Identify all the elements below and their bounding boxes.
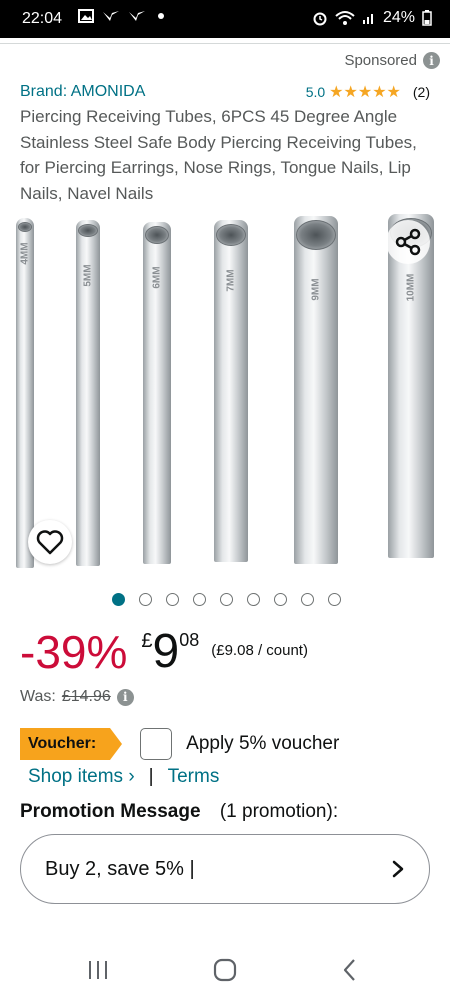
- tube-label: 9MM: [310, 278, 322, 301]
- apply-voucher-label[interactable]: Apply 5% voucher: [186, 733, 339, 755]
- recent-apps-button[interactable]: [78, 954, 118, 986]
- product-tube-image: 6MM: [143, 222, 171, 564]
- was-price: £14.96: [61, 688, 111, 705]
- status-bar: 22:04 24%: [0, 0, 450, 38]
- chevron-right-icon: [392, 860, 404, 878]
- recent-apps-icon: [89, 961, 107, 979]
- home-button[interactable]: [205, 954, 245, 986]
- sponsored-label[interactable]: Sponsored i: [344, 52, 440, 69]
- star-rating-icon: ★★★★★: [329, 84, 401, 101]
- carousel-dot[interactable]: [139, 593, 152, 606]
- previous-section-edge: [0, 38, 450, 44]
- carousel-dot[interactable]: [220, 593, 233, 606]
- unit-price: (£9.08 / count): [211, 642, 308, 659]
- price-whole: 9: [152, 625, 180, 678]
- product-tube-image: 4MM: [16, 218, 34, 568]
- info-icon[interactable]: i: [116, 688, 134, 706]
- battery-icon: [422, 10, 432, 26]
- carousel-dot[interactable]: [301, 593, 314, 606]
- carousel-dot[interactable]: [112, 593, 125, 606]
- tube-label: 6MM: [151, 266, 163, 289]
- share-icon: [395, 228, 421, 256]
- was-label: Was:: [20, 688, 56, 705]
- carousel-dot[interactable]: [247, 593, 260, 606]
- rating-count[interactable]: (2): [413, 84, 430, 100]
- product-tube-image: 5MM: [76, 220, 100, 566]
- promotion-message: Buy 2, save 5% |: [45, 857, 195, 880]
- brand-rating-row: Brand: AMONIDA 5.0 ★★★★★ (2): [20, 80, 430, 104]
- heart-icon: [36, 530, 64, 555]
- carousel-dot[interactable]: [166, 593, 179, 606]
- tube-label: 4MM: [19, 242, 31, 265]
- back-icon: [343, 959, 355, 981]
- terms-link[interactable]: Terms: [168, 766, 220, 788]
- alarm-icon: [313, 12, 327, 26]
- bird-icon: [103, 11, 119, 21]
- promotion-heading: Promotion Message (1 promotion):: [20, 801, 338, 823]
- product-tube-image: 10MM: [388, 214, 434, 558]
- status-time: 22:04: [22, 10, 63, 27]
- rating-score: 5.0: [305, 84, 326, 100]
- product-image-gallery[interactable]: 4MM 5MM 6MM 7MM 9MM 10MM: [0, 210, 450, 580]
- price-currency: £: [141, 630, 153, 652]
- product-tube-image: 7MM: [214, 220, 248, 562]
- apply-voucher-checkbox[interactable]: [140, 728, 173, 760]
- promotion-title: Promotion Message: [20, 801, 201, 822]
- info-icon[interactable]: i: [423, 52, 440, 69]
- carousel-dot[interactable]: [328, 593, 341, 606]
- back-button[interactable]: [330, 954, 370, 986]
- notification-icons: [78, 9, 164, 23]
- system-navigation-bar: [0, 940, 450, 1000]
- share-button[interactable]: [386, 220, 430, 264]
- tube-label: 10MM: [405, 273, 417, 302]
- link-separator: |: [148, 766, 154, 787]
- promotion-count: (1 promotion):: [219, 801, 339, 822]
- rating[interactable]: 5.0 ★★★★★ (2): [306, 82, 430, 102]
- image-icon: [78, 9, 94, 23]
- tube-label: 5MM: [82, 264, 94, 287]
- wishlist-button[interactable]: [28, 520, 72, 564]
- promotion-card[interactable]: Buy 2, save 5% |: [20, 834, 430, 904]
- home-icon: [213, 958, 237, 982]
- wifi-icon: [335, 11, 355, 25]
- signal-icon: [362, 14, 373, 24]
- voucher-links: Shop items › | Terms: [28, 766, 219, 788]
- dot-icon: [158, 13, 164, 19]
- carousel-dot[interactable]: [274, 593, 287, 606]
- voucher-row: Voucher: Apply 5% voucher: [20, 728, 339, 760]
- product-title: Piercing Receiving Tubes, 6PCS 45 Degree…: [20, 107, 417, 203]
- bird-icon: [129, 11, 145, 21]
- system-icons: 24%: [312, 9, 432, 27]
- price-fraction: 08: [179, 630, 200, 650]
- tube-label: 7MM: [225, 269, 237, 292]
- shop-items-link[interactable]: Shop items ›: [28, 766, 135, 788]
- was-price-row: Was: £14.96 i: [20, 688, 134, 706]
- product-tube-image: 9MM: [294, 216, 338, 564]
- sponsored-text: Sponsored: [344, 52, 417, 69]
- price-block: -39% £ 9 08 (£9.08 / count): [20, 624, 308, 680]
- brand-link[interactable]: Brand: AMONIDA: [20, 83, 145, 101]
- discount-percent: -39%: [20, 626, 128, 678]
- carousel-dot[interactable]: [193, 593, 206, 606]
- voucher-badge: Voucher:: [20, 728, 123, 760]
- image-carousel-indicator[interactable]: [112, 593, 341, 606]
- battery-level: 24%: [382, 9, 415, 26]
